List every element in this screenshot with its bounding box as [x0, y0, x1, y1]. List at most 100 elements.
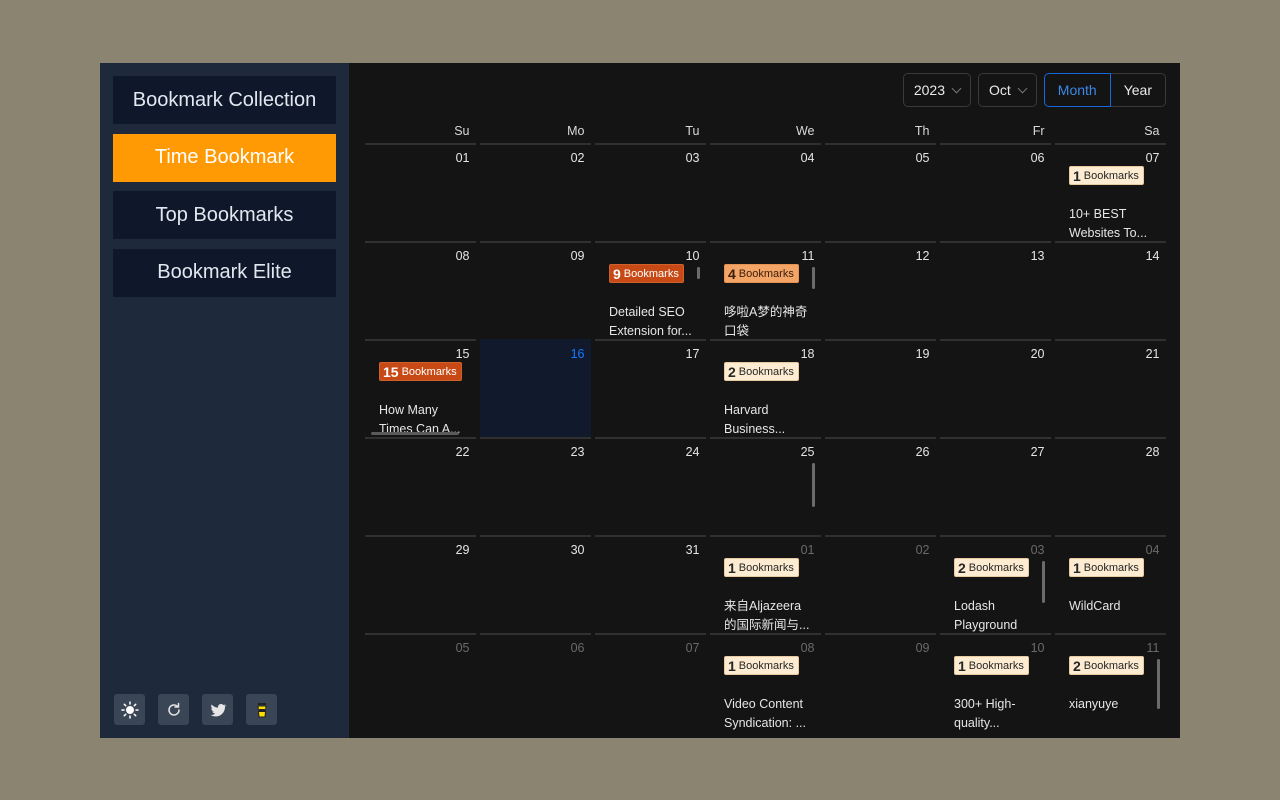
bookmark-count-badge[interactable]: 15 Bookmarks — [379, 362, 462, 381]
sidebar-item-bookmark-collection[interactable]: Bookmark Collection — [113, 76, 336, 124]
calendar-day-cell[interactable]: 07 1 Bookmarks 10+ BEST Websites To... — [1055, 143, 1166, 241]
calendar-day-cell[interactable]: 24 — [595, 437, 706, 535]
calendar-day-cell[interactable]: 03 2 Bookmarks Lodash Playground — [940, 535, 1051, 633]
bookmark-title-link[interactable]: Detailed SEO Extension for... — [609, 303, 695, 339]
day-number: 17 — [685, 347, 700, 361]
calendar-day-cell[interactable]: 03 — [595, 143, 706, 241]
calendar-day-cell[interactable]: 25 — [710, 437, 821, 535]
month-select-value: Oct — [989, 82, 1011, 98]
calendar-day-cell[interactable]: 01 1 Bookmarks 来自Aljazeera的国际新闻与... — [710, 535, 821, 633]
bookmark-count-badge[interactable]: 1 Bookmarks — [724, 656, 799, 675]
bookmark-count-badge[interactable]: 2 Bookmarks — [724, 362, 799, 381]
cell-scrollbar[interactable] — [1041, 561, 1045, 603]
calendar-day-cell[interactable]: 11 4 Bookmarks 哆啦A梦的神奇口袋 — [710, 241, 821, 339]
bookmark-title-link[interactable]: 10+ BEST Websites To... — [1069, 205, 1155, 241]
bookmark-count-label: Bookmarks — [1083, 169, 1139, 182]
calendar-day-cell[interactable]: 01 — [365, 143, 476, 241]
day-number: 15 — [455, 347, 470, 361]
year-select-value: 2023 — [913, 82, 945, 98]
bookmark-count: 4 — [728, 265, 736, 282]
cell-scrollbar[interactable] — [811, 463, 815, 507]
bookmark-title-link[interactable]: Video Content Syndication: ... — [724, 695, 810, 731]
calendar-day-cell[interactable]: 14 — [1055, 241, 1166, 339]
calendar-day-cell[interactable]: 10 1 Bookmarks 300+ High-quality... — [940, 633, 1051, 731]
calendar-day-cell[interactable]: 18 2 Bookmarks Harvard Business... — [710, 339, 821, 437]
calendar-toolbar: 2023 Oct Month Year — [902, 73, 1166, 107]
cell-scrollbar[interactable] — [1156, 659, 1160, 709]
cell-scrollbar[interactable] — [696, 267, 700, 279]
calendar-day-cell[interactable]: 31 — [595, 535, 706, 633]
calendar-day-cell[interactable]: 26 — [825, 437, 936, 535]
calendar-panel: 2023 Oct Month Year Su Mo Tu We Th Fr Sa — [349, 63, 1180, 738]
calendar-day-cell[interactable]: 09 — [825, 633, 936, 731]
calendar-day-cell[interactable]: 30 — [480, 535, 591, 633]
bookmark-count: 1 — [728, 657, 736, 674]
sidebar-item-bookmark-elite[interactable]: Bookmark Elite — [113, 248, 336, 297]
day-number: 05 — [915, 151, 930, 165]
bookmark-title-link[interactable]: 哆啦A梦的神奇口袋 — [724, 303, 810, 339]
month-select[interactable]: Oct — [978, 73, 1037, 107]
day-number: 23 — [570, 445, 585, 459]
calendar-day-cell[interactable]: 05 — [365, 633, 476, 731]
horizontal-scrollbar[interactable] — [371, 432, 459, 435]
bookmark-title-link[interactable]: 300+ High-quality... — [954, 695, 1040, 731]
calendar-day-cell[interactable]: 08 — [365, 241, 476, 339]
calendar-day-cell[interactable]: 27 — [940, 437, 1051, 535]
day-number: 10 — [685, 249, 700, 263]
calendar-day-cell[interactable]: 04 — [710, 143, 821, 241]
refresh-button[interactable] — [158, 694, 189, 725]
calendar-day-cell[interactable]: 16 — [480, 339, 591, 437]
bookmark-title-link[interactable]: WildCard — [1069, 597, 1155, 633]
calendar-day-cell[interactable]: 11 2 Bookmarks xianyuye — [1055, 633, 1166, 731]
theme-toggle-button[interactable] — [114, 694, 145, 725]
bookmark-count-label: Bookmarks — [1083, 561, 1139, 574]
calendar-day-cell[interactable]: 08 1 Bookmarks Video Content Syndication: .… — [710, 633, 821, 731]
day-number: 12 — [915, 249, 930, 263]
bookmark-title-link[interactable]: xianyuye — [1069, 695, 1155, 731]
day-number: 24 — [685, 445, 700, 459]
sidebar-item-time-bookmark[interactable]: Time Bookmark — [113, 133, 336, 182]
calendar-day-cell[interactable]: 04 1 Bookmarks WildCard — [1055, 535, 1166, 633]
calendar-day-cell[interactable]: 20 — [940, 339, 1051, 437]
bookmark-count-badge[interactable]: 4 Bookmarks — [724, 264, 799, 283]
calendar-day-cell[interactable]: 17 — [595, 339, 706, 437]
view-year-button[interactable]: Year — [1110, 73, 1166, 107]
twitter-button[interactable] — [202, 694, 233, 725]
calendar-day-cell[interactable]: 19 — [825, 339, 936, 437]
bookmark-count-badge[interactable]: 1 Bookmarks — [954, 656, 1029, 675]
calendar-day-cell[interactable]: 15 15 Bookmarks How Many Times Can A... — [365, 339, 476, 437]
buy-me-coffee-button[interactable] — [246, 694, 277, 725]
bookmark-count-badge[interactable]: 1 Bookmarks — [724, 558, 799, 577]
day-number: 08 — [455, 249, 470, 263]
cell-scrollbar[interactable] — [811, 267, 815, 289]
bookmark-title-link[interactable]: Harvard Business... — [724, 401, 810, 437]
calendar-day-cell[interactable]: 29 — [365, 535, 476, 633]
calendar-day-cell[interactable]: 05 — [825, 143, 936, 241]
calendar-day-cell[interactable]: 02 — [825, 535, 936, 633]
bookmark-count-badge[interactable]: 2 Bookmarks — [1069, 656, 1144, 675]
calendar-day-cell[interactable]: 10 9 Bookmarks Detailed SEO Extension for..… — [595, 241, 706, 339]
calendar-day-cell[interactable]: 22 — [365, 437, 476, 535]
calendar-day-cell[interactable]: 07 — [595, 633, 706, 731]
view-month-button[interactable]: Month — [1043, 73, 1111, 107]
calendar-day-cell[interactable]: 06 — [940, 143, 1051, 241]
sidebar-item-top-bookmarks[interactable]: Top Bookmarks — [113, 191, 336, 239]
day-number: 11 — [801, 249, 815, 263]
calendar-day-cell[interactable]: 21 — [1055, 339, 1166, 437]
calendar-day-cell[interactable]: 09 — [480, 241, 591, 339]
weekday-label: We — [795, 124, 815, 138]
calendar-day-cell[interactable]: 28 — [1055, 437, 1166, 535]
calendar-day-cell[interactable]: 12 — [825, 241, 936, 339]
calendar-day-cell[interactable]: 06 — [480, 633, 591, 731]
bookmark-title-link[interactable]: Lodash Playground — [954, 597, 1040, 633]
calendar-day-cell[interactable]: 02 — [480, 143, 591, 241]
bookmark-count-badge[interactable]: 2 Bookmarks — [954, 558, 1029, 577]
bookmark-count-badge[interactable]: 9 Bookmarks — [609, 264, 684, 283]
calendar-day-cell[interactable]: 23 — [480, 437, 591, 535]
bookmark-count-badge[interactable]: 1 Bookmarks — [1069, 558, 1144, 577]
calendar-day-cell[interactable]: 13 — [940, 241, 1051, 339]
bookmark-count-badge[interactable]: 1 Bookmarks — [1069, 166, 1144, 185]
day-number: 26 — [915, 445, 930, 459]
bookmark-title-link[interactable]: 来自Aljazeera的国际新闻与... — [724, 597, 810, 633]
year-select[interactable]: 2023 — [902, 73, 971, 107]
